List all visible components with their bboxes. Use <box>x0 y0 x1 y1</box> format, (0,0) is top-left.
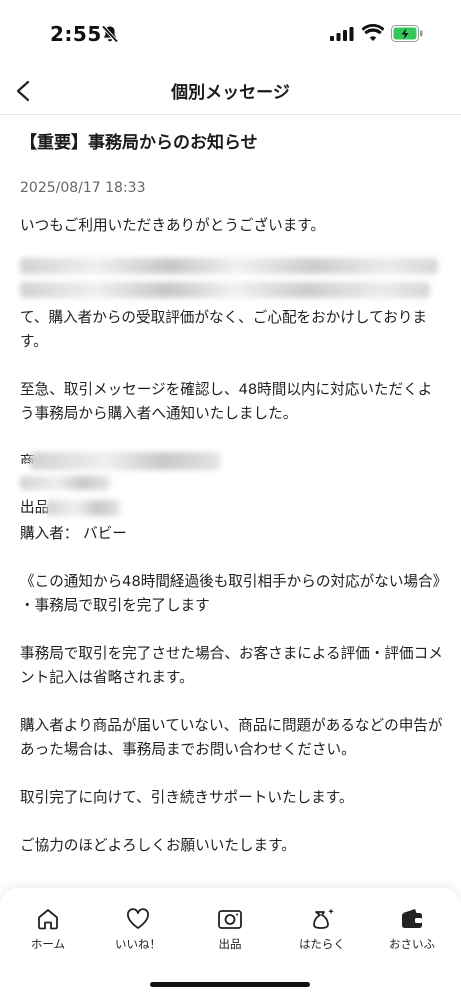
condition-heading: 《この通知から48時間経過後も取引相手からの対応がない場合》 <box>20 573 448 590</box>
message-date: 2025/08/17 18:33 <box>20 180 146 196</box>
redacted-text-block <box>20 258 444 298</box>
status-time: 2:55 <box>50 22 102 46</box>
message-body: 【重要】事務局からのお知らせ 2025/08/17 18:33 いつもご利用いた… <box>20 130 448 858</box>
camera-icon <box>218 910 242 929</box>
heart-icon <box>127 908 149 929</box>
buyer-line: 購入者： バビー <box>20 525 127 542</box>
tab-label: 出品 <box>218 937 242 951</box>
bag-sparkle-icon <box>313 908 334 929</box>
tab-sell[interactable]: 出品 <box>190 906 270 952</box>
tab-label: いいね！ <box>115 937 161 951</box>
bell-slash-icon <box>101 25 119 43</box>
home-icon <box>38 909 58 930</box>
wifi-icon <box>362 24 384 41</box>
battery-charging-icon <box>391 25 423 42</box>
tab-wallet[interactable]: おさいふ <box>372 906 452 952</box>
greeting-text: いつもご利用いただきありがとうございます。 <box>20 217 326 234</box>
page-title: 個別メッセージ <box>171 83 290 103</box>
redacted-seller-name <box>46 500 120 516</box>
home-indicator <box>150 982 310 987</box>
status-bar: 2:55 <box>0 0 461 68</box>
redacted-line <box>20 282 430 298</box>
redacted-line <box>20 258 438 274</box>
tab-label: はたらく <box>299 937 345 951</box>
paragraph-1: て、購入者からの受取評価がなく、ご心配をおかけしております。 <box>20 309 428 350</box>
redacted-item-id <box>20 476 110 490</box>
paragraph-5: 取引完了に向けて、引き続きサポートいたします。 <box>20 789 354 806</box>
message-title: 【重要】事務局からのお知らせ <box>20 133 258 153</box>
tab-label: おさいふ <box>389 937 435 951</box>
tab-likes[interactable]: いいね！ <box>98 906 178 952</box>
nav-header: 個別メッセージ <box>0 68 461 115</box>
tab-label: ホーム <box>30 937 66 951</box>
condition-item: ・事務局で取引を完了します <box>20 597 210 614</box>
paragraph-3: 事務局で取引を完了させた場合、お客さまによる評価・評価コメント記入は省略されます… <box>20 645 443 686</box>
signal-icon <box>330 27 354 41</box>
paragraph-2: 至急、取引メッセージを確認し、48時間以内に対応いただくよう事務局から購入者へ通… <box>20 381 433 422</box>
tab-work[interactable]: はたらく <box>282 906 362 952</box>
wallet-icon <box>402 909 422 928</box>
paragraph-6: ご協力のほどよろしくお願いいたします。 <box>20 837 296 854</box>
paragraph-4: 購入者より商品が届いていない、商品に問題があるなどの申告があった場合は、事務局ま… <box>20 717 443 758</box>
seller-label: 出品 <box>20 499 50 516</box>
tab-home[interactable]: ホーム <box>8 906 88 952</box>
item-info-block: 商品 出品 <box>20 450 444 522</box>
redacted-item-name <box>30 452 220 470</box>
